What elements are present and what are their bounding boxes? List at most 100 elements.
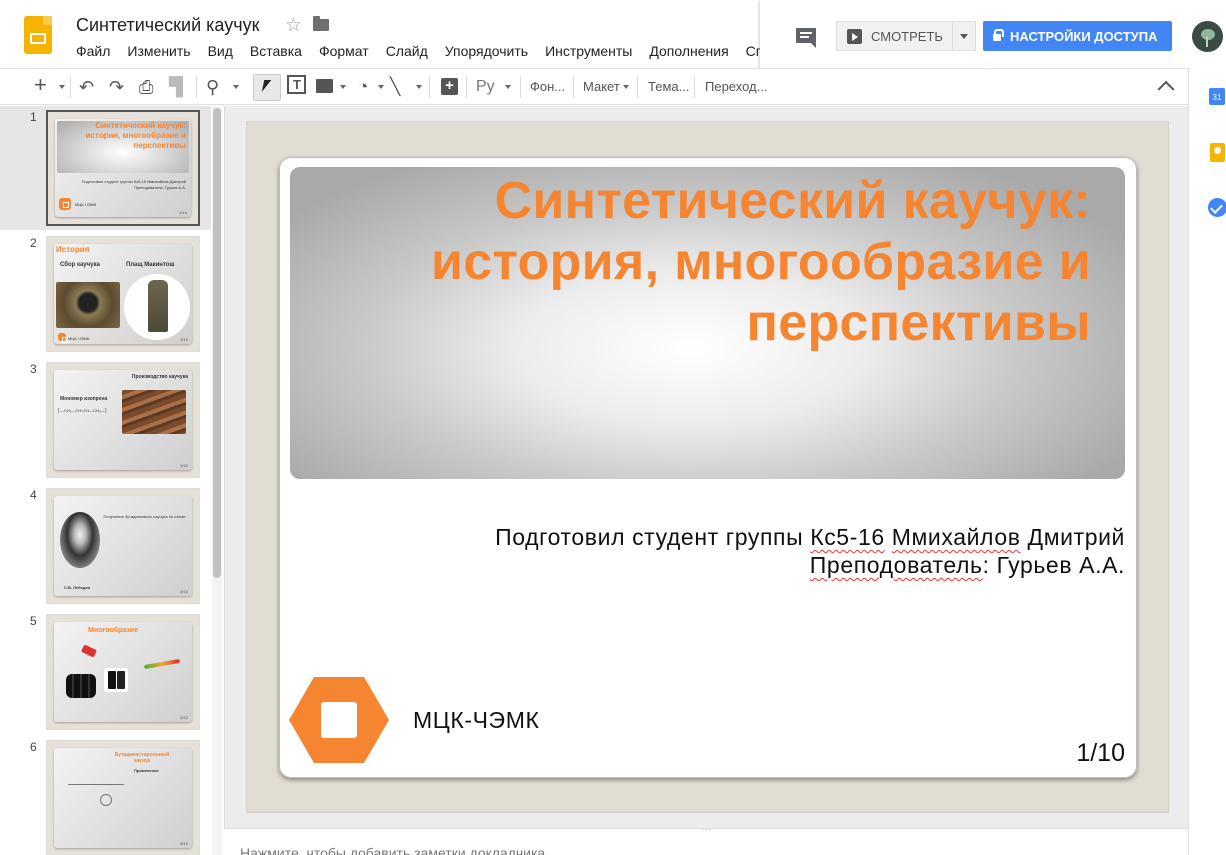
menu-format[interactable]: Формат (319, 43, 369, 59)
slide-title[interactable]: Синтетический каучук: история, многообра… (301, 171, 1091, 354)
line-icon[interactable]: ╲ (390, 77, 400, 97)
thumbnail-title: Синтетический каучук: история, многообра… (85, 121, 186, 150)
document-title[interactable]: Синтетический каучук (76, 15, 259, 36)
thumbnail-page: 5/10 (180, 715, 188, 720)
menu-file[interactable]: Файл (76, 43, 110, 59)
paint-format-icon[interactable]: ▜ (169, 77, 183, 97)
benzene-ring (100, 794, 112, 806)
present-label: СМОТРЕТЬ (871, 29, 943, 44)
thumbnail-page: 2/10 (180, 337, 188, 342)
thumbnail-slide: Многообразие 5/10 (54, 622, 192, 722)
share-button[interactable]: НАСТРОЙКИ ДОСТУПА (983, 21, 1172, 51)
menu-slide[interactable]: Слайд (386, 43, 428, 59)
chevron-down-icon[interactable] (623, 85, 629, 89)
shape-icon[interactable]: ◔ (358, 77, 368, 97)
thumbnail-slide: История Сбор каучука Плащ Макинтош МЦК-Ч… (54, 244, 192, 344)
title-banner: Синтетический каучук: история, многообра… (290, 167, 1125, 479)
slide-thumbnail[interactable]: 4 Получение бутадиенового каучука по схе… (0, 484, 211, 608)
zoom-icon[interactable]: ⚲ (206, 77, 219, 97)
redo-icon[interactable]: ↷ (109, 77, 124, 97)
slide-thumbnail[interactable]: 1 Синтетический каучук: история, многооб… (0, 106, 211, 230)
thumbnail-slide: Синтетический каучук: история, многообра… (55, 119, 191, 217)
app-header: Синтетический каучук ☆ Файл Изменить Вид Вс… (0, 0, 1226, 68)
theme-button[interactable]: Тема... (648, 77, 689, 97)
input-tools-lang[interactable]: Ру (476, 77, 495, 97)
menu-arrange[interactable]: Упорядочить (445, 43, 528, 59)
thumbnail-formula: ⎡—CH₂—CH=CH—CH₂—⎤ (58, 408, 107, 413)
thumbnail-frame: Получение бутадиенового каучука по схеме… (46, 488, 200, 604)
spellcheck-word: Преподователь (809, 552, 983, 578)
chevron-down-icon[interactable] (960, 34, 968, 39)
background-button[interactable]: Фон... (530, 77, 565, 97)
select-cursor-icon[interactable] (253, 74, 281, 101)
thumbnail-caption: Мономер изопрена (60, 396, 108, 402)
thumbnail-caption: С.В. Лебедев (64, 585, 91, 590)
transition-button[interactable]: Переход... (705, 77, 767, 97)
slide-thumbnail[interactable]: 3 Производство каучука Мономер изопрена … (0, 358, 211, 482)
add-comment-icon[interactable]: + (441, 78, 458, 95)
thumbnail-frame: Синтетический каучук: история, многообра… (46, 110, 200, 226)
thumbnail-caption: Получение бутадиенового каучука по схеме… (103, 514, 187, 519)
scrollbar-thumb[interactable] (213, 108, 221, 578)
subtitle-line: Подготовил студент группы Кс5-16 Ммихайл… (495, 523, 1125, 551)
chevron-down-icon[interactable] (59, 85, 65, 89)
divider (694, 76, 695, 98)
page-number[interactable]: 1/10 (1076, 739, 1125, 768)
chevron-down-icon[interactable] (505, 85, 511, 89)
slide-number: 1 (30, 110, 37, 124)
tasks-icon[interactable] (1208, 198, 1226, 217)
menu-edit[interactable]: Изменить (127, 43, 190, 59)
slide[interactable]: Синтетический каучук: история, многообра… (247, 122, 1168, 812)
slide-thumbnail[interactable]: 6 Бутадиенстирольный каучук Применение 6… (0, 736, 211, 855)
thumbnail-org: МЦК-ЧЭМК (68, 336, 90, 341)
keep-icon[interactable] (1210, 143, 1225, 162)
account-avatar[interactable] (1192, 21, 1223, 52)
side-panel: 31 (1188, 68, 1226, 855)
menu-insert[interactable]: Вставка (250, 43, 302, 59)
chevron-down-icon[interactable] (416, 85, 422, 89)
organization-label[interactable]: МЦК-ЧЭМК (413, 707, 539, 734)
folder-icon[interactable] (313, 16, 329, 31)
divider (573, 76, 574, 98)
hexagon-logo-icon (58, 333, 68, 343)
chevron-down-icon[interactable] (378, 85, 384, 89)
subtitle-text: : Гурьев А.А. (982, 552, 1125, 578)
print-icon[interactable]: ⎙ (139, 77, 153, 97)
present-button[interactable]: СМОТРЕТЬ (836, 21, 976, 51)
slide-thumbnail[interactable]: 2 История Сбор каучука Плащ Макинтош МЦК… (0, 232, 211, 356)
slides-logo-icon[interactable] (24, 16, 52, 54)
divider (520, 76, 521, 98)
collapse-toolbar-icon[interactable] (1157, 80, 1175, 98)
layout-button[interactable]: Макет (583, 77, 620, 97)
filmstrip-scrollbar[interactable] (212, 106, 222, 855)
undo-icon[interactable]: ↶ (79, 77, 94, 97)
slide-filmstrip: 1 Синтетический каучук: история, многооб… (0, 106, 224, 855)
divider (70, 76, 71, 98)
slide-number: 5 (30, 614, 37, 628)
menu-addons[interactable]: Дополнения (649, 43, 728, 59)
subtitle-text: Подготовил студент группы (495, 524, 811, 550)
text-box-icon[interactable]: T (287, 75, 306, 94)
thumbnail-caption: Применение (134, 768, 159, 773)
rubber-sheets-photo (122, 390, 186, 434)
tires-photo (66, 674, 96, 698)
image-icon[interactable] (316, 79, 333, 93)
thumbnail-frame: История Сбор каучука Плащ Макинтош МЦК-Ч… (46, 236, 200, 352)
chevron-down-icon[interactable] (233, 85, 239, 89)
formula-line (68, 784, 124, 785)
slide-subtitle[interactable]: Подготовил студент группы Кс5-16 Ммихайл… (495, 523, 1125, 579)
boots-photo (104, 668, 128, 692)
slide-thumbnail[interactable]: 5 Многообразие 5/10 (0, 610, 211, 734)
speaker-notes[interactable]: Нажмите, чтобы добавить заметки докладчи… (224, 834, 1188, 855)
header-actions: СМОТРЕТЬ НАСТРОЙКИ ДОСТУПА (760, 0, 1226, 68)
thumbnail-slide: Получение бутадиенового каучука по схеме… (54, 496, 192, 596)
slide-number: 4 (30, 488, 37, 502)
menu-view[interactable]: Вид (208, 43, 233, 59)
coat-shape (148, 280, 168, 332)
comments-icon[interactable] (796, 28, 816, 48)
star-icon[interactable]: ☆ (285, 14, 302, 37)
menu-tools[interactable]: Инструменты (545, 43, 632, 59)
new-slide-icon[interactable]: + (34, 74, 47, 96)
calendar-icon[interactable]: 31 (1209, 88, 1225, 105)
chevron-down-icon[interactable] (340, 85, 346, 89)
